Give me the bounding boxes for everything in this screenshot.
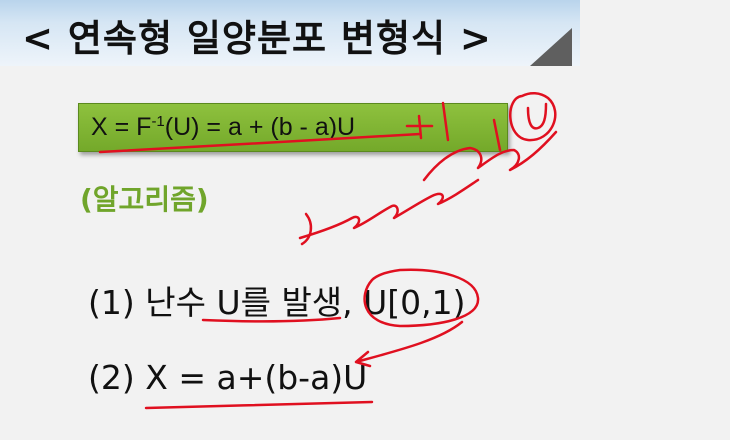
ink-circled-u xyxy=(509,92,557,142)
formula: X = F-1(U) = a + (b - a)U xyxy=(91,113,355,142)
ink-underline-step2 xyxy=(144,400,374,410)
step-1: (1) 난수 U를 발생, U[0,1) xyxy=(88,283,466,322)
formula-box: X = F-1(U) = a + (b - a)U xyxy=(78,103,508,152)
title-banner-fold xyxy=(530,28,572,66)
ink-random-j-hook xyxy=(300,212,313,246)
ink-scribble-random xyxy=(298,178,480,240)
ink-letter-u xyxy=(526,102,548,130)
algorithm-label: (알고리즘) xyxy=(80,183,209,216)
formula-rhs: (U) = a + (b - a)U xyxy=(164,113,356,141)
step-2: (2) X = a+(b-a)U xyxy=(88,358,368,397)
formula-superscript: -1 xyxy=(151,113,165,130)
formula-lhs: X = F xyxy=(91,113,152,141)
slide-title: < 연속형 일양분포 변형식 > xyxy=(22,17,492,60)
ink-arrow-to-step2 xyxy=(354,320,464,368)
